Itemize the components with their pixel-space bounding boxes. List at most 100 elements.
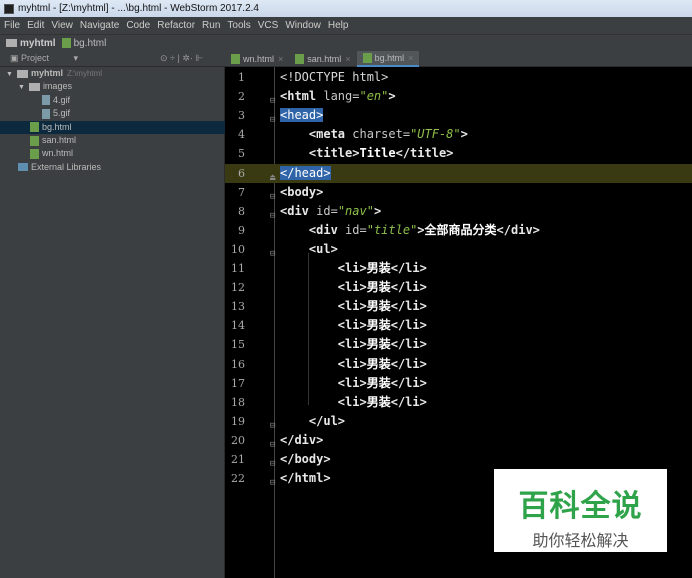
tree-item[interactable]: bg.html (0, 120, 225, 134)
code-token: <li> (337, 261, 367, 275)
line-number: 7 (238, 185, 245, 199)
folder-icon (6, 38, 17, 47)
menu-item-window[interactable]: Window (285, 20, 321, 31)
line-number: 21 (231, 453, 245, 466)
code-token: <div (280, 203, 317, 218)
code-token: </head> (280, 165, 331, 180)
code-text: <li>男装</li> (280, 355, 427, 374)
tree-item[interactable]: 4.gif (0, 94, 225, 107)
menu-item-run[interactable]: Run (202, 20, 220, 31)
code-token: "UTF-8" (410, 127, 461, 142)
line-number: 3 (238, 109, 245, 123)
code-line[interactable]: 20 ⊟ </div> (225, 431, 692, 450)
code-token: <li> (337, 280, 367, 295)
project-panel-selector[interactable]: ▣ Project ▾ (10, 53, 78, 64)
code-token: <li> (337, 337, 367, 352)
code-text: <li>男装</li> (280, 259, 427, 278)
menu-item-refactor[interactable]: Refactor (157, 20, 195, 31)
line-number: 19 (231, 414, 245, 428)
code-text: <head> (280, 106, 324, 125)
tab-label: bg.html (374, 53, 405, 63)
code-line[interactable]: 6 ⏏ </head> (225, 163, 692, 183)
code-text: <ul> (280, 240, 338, 259)
code-line[interactable]: 10 ⊟ <ul> (225, 240, 692, 259)
code-line[interactable]: 5 <title>Title</title> (225, 144, 692, 163)
code-line[interactable]: 2 ⊟ <html lang="en"> (225, 87, 692, 106)
tree-item[interactable]: 5.gif (0, 107, 225, 120)
html-file-icon (61, 37, 71, 48)
code-line[interactable]: 21 ⊟ </body> (225, 450, 692, 469)
tree-item[interactable]: wn.html (0, 147, 225, 160)
menu-item-code[interactable]: Code (126, 20, 150, 31)
panel-toolbar-icons[interactable]: ⊙ ÷ | ✲· ⊩ (160, 53, 203, 64)
tree-item[interactable]: External Libraries (0, 161, 225, 174)
html-icon (30, 122, 39, 133)
code-line[interactable]: 14 <li>男装</li> (225, 316, 692, 335)
code-line[interactable]: 12 <li>男装</li> (225, 278, 692, 297)
code-line[interactable]: 19 ⊟ </ul> (225, 412, 692, 431)
menu-item-vcs[interactable]: VCS (258, 20, 279, 31)
expand-arrow-icon[interactable]: ▼ (18, 84, 25, 91)
code-line[interactable]: 17 <li>男装</li> (225, 374, 692, 393)
menu-item-view[interactable]: View (51, 20, 73, 31)
code-token: <li> (337, 394, 367, 409)
watermark-title: 百科全说 (518, 489, 643, 524)
code-line[interactable]: 1 <!DOCTYPE html> (225, 68, 692, 87)
menu-item-edit[interactable]: Edit (27, 20, 44, 31)
code-token: </ul> (308, 413, 346, 428)
code-line[interactable]: 11 <li>男装</li> (225, 259, 692, 278)
code-text: <html lang="en"> (280, 87, 396, 106)
line-number: 15 (231, 338, 245, 352)
line-number: 1 (238, 71, 245, 84)
breadcrumb-project[interactable]: myhtml (6, 38, 56, 49)
code-line[interactable]: 7 ⊟ <body> (225, 183, 692, 202)
close-icon[interactable]: × (278, 51, 283, 67)
tab-wn-html[interactable]: wn.html × (225, 51, 289, 67)
tree-item-label: 4.gif (53, 94, 71, 105)
code-token: > (388, 89, 396, 104)
code-line[interactable]: 9 <div id="title">全部商品分类</div> (225, 221, 692, 240)
code-token: </div> (280, 432, 324, 447)
code-token: </li> (390, 394, 427, 409)
code-line[interactable]: 3 ⊟ <head> (225, 106, 692, 125)
code-text: <li>男装</li> (280, 278, 427, 297)
gif-icon (42, 108, 50, 119)
code-token: 男装 (366, 394, 391, 409)
code-line[interactable]: 13 <li>男装</li> (225, 297, 692, 316)
tree-item-label: images (42, 81, 72, 92)
code-line[interactable]: 18 <li>男装</li> (225, 393, 692, 412)
line-number: 6 (238, 166, 245, 180)
code-token: 男装 (366, 299, 391, 314)
breadcrumb-file[interactable]: bg.html (61, 37, 106, 49)
code-line[interactable]: 16 <li>男装</li> (225, 355, 692, 374)
menu-item-navigate[interactable]: Navigate (80, 20, 119, 31)
tab-san-html[interactable]: san.html × (289, 51, 356, 67)
tree-item[interactable]: ▼ myhtml Z:\myhtml (0, 67, 225, 80)
chevron-down-icon: ▾ (73, 53, 79, 63)
code-line[interactable]: 15 <li>男装</li> (225, 335, 692, 354)
menu-item-help[interactable]: Help (328, 20, 349, 31)
code-token: </li> (390, 280, 427, 295)
tree-item[interactable]: san.html (0, 134, 225, 147)
tree-item[interactable]: ▼ images (0, 80, 225, 93)
code-line[interactable]: 4 <meta charset="UTF-8"> (225, 125, 692, 144)
code-token: > (417, 222, 425, 237)
tab-bg-html[interactable]: bg.html × (356, 50, 420, 67)
code-token: <li> (337, 318, 367, 333)
menu-item-tools[interactable]: Tools (227, 20, 250, 31)
code-line[interactable]: 8 ⊟ <div id="nav"> (225, 202, 692, 221)
fold-marker-icon[interactable]: ⊟ (270, 474, 275, 493)
close-icon[interactable]: × (408, 50, 413, 66)
close-icon[interactable]: × (345, 51, 350, 67)
expand-arrow-icon[interactable]: ▼ (6, 71, 13, 78)
code-text: <!DOCTYPE html> (280, 68, 388, 87)
code-text: </head> (280, 164, 331, 183)
code-token: </li> (390, 318, 427, 333)
tree-item-label: san.html (42, 135, 77, 145)
menu-item-file[interactable]: File (4, 20, 20, 31)
html-icon (30, 135, 39, 146)
